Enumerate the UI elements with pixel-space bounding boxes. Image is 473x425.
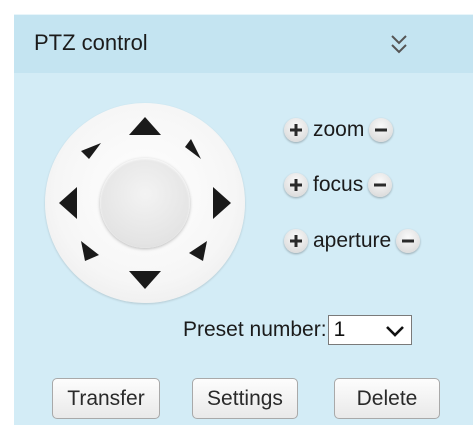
plus-icon — [290, 124, 302, 136]
ptz-joystick — [45, 103, 245, 303]
preset-selected-value: 1 — [333, 318, 346, 341]
zoom-label: zoom — [313, 118, 365, 141]
preset-row: Preset number: 1 — [183, 314, 412, 346]
settings-button[interactable]: Settings — [192, 378, 298, 419]
zoom-out-button[interactable] — [369, 118, 394, 142]
transfer-button[interactable]: Transfer — [52, 378, 160, 419]
aperture-label: aperture — [313, 229, 392, 252]
delete-button[interactable]: Delete — [334, 378, 440, 419]
left-margin — [0, 0, 14, 425]
chevron-down-icon — [385, 326, 404, 337]
panel-title: PTZ control — [34, 30, 148, 55]
focus-near-button[interactable] — [284, 173, 308, 197]
focus-far-button[interactable] — [368, 173, 393, 197]
joystick-center-button[interactable] — [100, 158, 190, 248]
zoom-control: zoom — [284, 116, 394, 144]
panel-header[interactable]: PTZ control — [14, 14, 473, 73]
minus-icon — [402, 239, 415, 243]
aperture-control: aperture — [284, 227, 421, 255]
top-margin — [0, 0, 473, 14]
minus-icon — [374, 183, 387, 187]
focus-control: focus — [284, 171, 393, 199]
preset-number-label: Preset number: — [183, 318, 327, 341]
preset-number-select[interactable]: 1 — [327, 315, 412, 345]
aperture-open-button[interactable] — [284, 229, 308, 253]
plus-icon — [290, 235, 302, 247]
focus-label: focus — [313, 173, 364, 196]
plus-icon — [290, 179, 302, 191]
aperture-close-button[interactable] — [396, 229, 421, 253]
double-chevron-down-icon[interactable] — [387, 30, 411, 58]
minus-icon — [375, 128, 388, 132]
zoom-in-button[interactable] — [284, 118, 308, 142]
